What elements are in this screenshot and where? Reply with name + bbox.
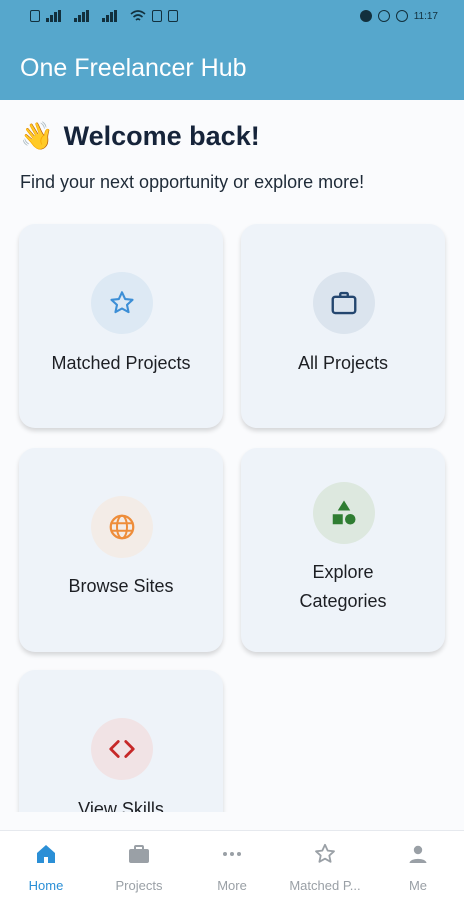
welcome-subtitle: Find your next opportunity or explore mo… (20, 172, 365, 192)
matched-projects-label: Matched Projects (51, 353, 191, 373)
welcome-heading: 👋 Welcome back! (20, 120, 260, 153)
shapes-icon (332, 500, 356, 525)
nav-matched-projects-label: Matched P... (289, 878, 361, 893)
status-icons-left (30, 10, 178, 22)
star-outline-icon (315, 843, 335, 863)
home-icon (37, 845, 55, 863)
code-icon (109, 740, 135, 758)
nav-home-label: Home (28, 878, 64, 893)
status-bar: 11:17 (0, 0, 464, 34)
nav-more[interactable]: More (186, 841, 278, 893)
whatsapp-icon (377, 10, 390, 22)
all-projects-card[interactable]: All Projects (241, 224, 445, 428)
alarm-icon (152, 10, 162, 22)
browse-sites-card[interactable]: Browse Sites (19, 448, 223, 652)
all-projects-icon-circle (313, 272, 375, 334)
matched-projects-card[interactable]: Matched Projects (19, 224, 223, 428)
explore-categories-card[interactable]: Explore Categories (241, 448, 445, 652)
nav-projects-label: Projects (115, 878, 163, 893)
app-notification-icon (395, 10, 408, 22)
messenger-icon (359, 10, 372, 22)
status-time: 11:17 (413, 10, 438, 22)
signal-icon-3 (102, 10, 117, 22)
welcome-text: Welcome back! (63, 120, 260, 151)
app-title: One Freelancer Hub (20, 54, 247, 82)
briefcase-icon (331, 291, 357, 315)
view-skills-card[interactable]: View Skills (19, 670, 223, 812)
nav-more-label: More (217, 878, 247, 893)
globe-icon (109, 514, 135, 540)
bottom-navigation: Home Projects More Matched P... Me (0, 830, 464, 901)
wifi-icon (130, 10, 146, 21)
notification-icon (168, 10, 178, 22)
explore-categories-label-line1: Explore (312, 562, 374, 582)
signal-icon (46, 10, 61, 22)
all-projects-label: All Projects (297, 353, 389, 373)
person-icon (409, 845, 427, 863)
explore-categories-label-line2: Categories (299, 591, 387, 611)
browse-sites-icon-circle (91, 496, 153, 558)
nav-projects[interactable]: Projects (93, 841, 185, 893)
browse-sites-label: Browse Sites (68, 576, 174, 596)
app-bar: One Freelancer Hub (0, 34, 464, 100)
nav-home[interactable]: Home (0, 841, 92, 893)
briefcase-icon (129, 845, 149, 863)
scroll-area-bottom: View Skills (0, 660, 464, 812)
nav-me[interactable]: Me (372, 841, 464, 893)
signal-icon-2 (74, 10, 89, 22)
explore-categories-label: Explore Categories (251, 558, 435, 616)
waving-hand-icon: 👋 (20, 121, 54, 152)
nav-me-label: Me (408, 878, 428, 893)
explore-categories-icon-circle (313, 482, 375, 544)
nav-matched-projects[interactable]: Matched P... (279, 841, 371, 893)
more-dots-icon (223, 852, 241, 856)
status-icons-right: 11:17 (359, 10, 438, 22)
view-skills-icon-circle (91, 718, 153, 780)
view-skills-label: View Skills (78, 799, 164, 812)
battery-saver-icon (30, 10, 40, 22)
star-icon (110, 291, 134, 314)
matched-projects-icon-circle (91, 272, 153, 334)
